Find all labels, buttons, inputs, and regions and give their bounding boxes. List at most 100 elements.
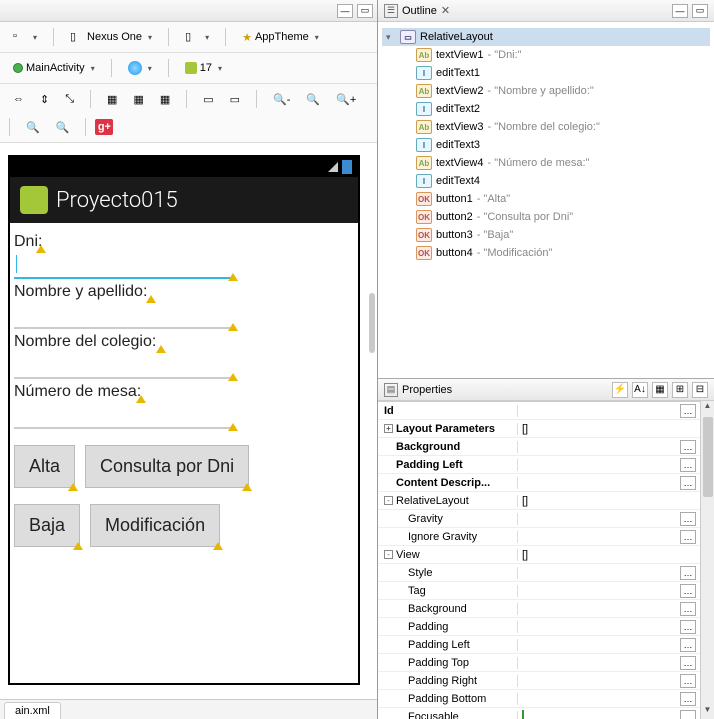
input-mesa[interactable] (14, 403, 234, 429)
prop-value-cell[interactable]: [] (518, 495, 700, 507)
surface-scrollbar[interactable] (369, 293, 375, 353)
design-surface[interactable]: Proyecto015 Dni: Nombre y apellido: Nomb… (0, 143, 377, 699)
prop-row[interactable]: Ignore Gravity… (378, 528, 700, 546)
properties-grid[interactable]: Id…+Layout Parameters[]Background…Paddin… (378, 401, 700, 719)
grid-3-button[interactable]: ▦ (153, 88, 177, 110)
prop-row[interactable]: Tag… (378, 582, 700, 600)
prop-value-cell[interactable]: … (518, 404, 700, 418)
ellipsis-button[interactable]: … (680, 440, 696, 454)
ellipsis-button[interactable]: … (680, 458, 696, 472)
button-alta[interactable]: Alta (14, 445, 75, 488)
label-colegio[interactable]: Nombre del colegio: (14, 333, 164, 351)
prop-value-cell[interactable]: … (518, 530, 700, 544)
prop-value-cell[interactable]: … (518, 602, 700, 616)
prop-value-cell[interactable]: … (518, 710, 700, 719)
device-dropdown[interactable]: ▯ Nexus One (63, 26, 159, 48)
label-dni[interactable]: Dni: (14, 233, 44, 251)
prop-value-cell[interactable]: [] (518, 423, 700, 435)
outline-min-button[interactable]: — (672, 4, 688, 18)
prop-filter-button[interactable]: ⚡ (612, 382, 628, 398)
scroll-down-icon[interactable]: ▼ (701, 705, 714, 719)
tree-item-textView4[interactable]: AbtextView4 - "Número de mesa:" (382, 154, 710, 172)
prop-expand-button[interactable]: ⊞ (672, 382, 688, 398)
ellipsis-button[interactable]: … (680, 512, 696, 526)
expand-all-button[interactable]: ⤡ (58, 88, 81, 110)
label-nombre[interactable]: Nombre y apellido: (14, 283, 154, 301)
minimize-button[interactable]: — (337, 4, 353, 18)
expand-toggle[interactable]: - (384, 496, 393, 505)
zoom-actual-button[interactable]: 🔍 (49, 116, 77, 138)
tab-ainxml[interactable]: ain.xml (4, 702, 61, 719)
scroll-up-icon[interactable]: ▲ (701, 401, 714, 415)
prop-row[interactable]: Id… (378, 402, 700, 420)
button-baja[interactable]: Baja (14, 504, 80, 547)
expand-v-button[interactable]: ⇕ (33, 88, 56, 110)
tree-root[interactable]: ▾▭RelativeLayout (382, 28, 710, 46)
expand-toggle[interactable]: - (384, 550, 393, 559)
properties-scrollbar[interactable]: ▲ ▼ (700, 401, 714, 719)
prop-row[interactable]: Padding Left… (378, 456, 700, 474)
gplus-badge[interactable]: g+ (95, 119, 113, 135)
ellipsis-button[interactable]: … (680, 530, 696, 544)
prop-value-cell[interactable]: … (518, 512, 700, 526)
prop-row[interactable]: Gravity… (378, 510, 700, 528)
ellipsis-button[interactable]: … (680, 602, 696, 616)
zoom-in-button[interactable]: 🔍+ (329, 88, 363, 110)
expand-toggle[interactable]: + (384, 424, 393, 433)
expand-h-button[interactable]: ⇔ (6, 88, 31, 110)
prop-value-cell[interactable]: … (518, 584, 700, 598)
palette-dropdown[interactable]: ▫ (6, 26, 44, 48)
prop-value-cell[interactable]: … (518, 458, 700, 472)
ellipsis-button[interactable]: … (680, 620, 696, 634)
api-dropdown[interactable]: 17 (178, 57, 229, 79)
tree-item-editText1[interactable]: IeditText1 (382, 64, 710, 82)
prop-show-advanced-button[interactable]: ▦ (652, 382, 668, 398)
theme-dropdown[interactable]: ★ AppTheme (235, 26, 326, 48)
prop-sort-button[interactable]: A↓ (632, 382, 648, 398)
prop-value-cell[interactable]: … (518, 440, 700, 454)
maximize-button[interactable]: ▭ (357, 4, 373, 18)
prop-row[interactable]: Background… (378, 600, 700, 618)
prop-row[interactable]: Padding Top… (378, 654, 700, 672)
ellipsis-button[interactable]: … (680, 656, 696, 670)
scroll-thumb[interactable] (703, 417, 713, 497)
ellipsis-button[interactable]: … (680, 638, 696, 652)
input-nombre[interactable] (14, 303, 234, 329)
ellipsis-button[interactable]: … (680, 584, 696, 598)
prop-value-cell[interactable]: … (518, 566, 700, 580)
prop-value-cell[interactable]: … (518, 638, 700, 652)
button-modificacion[interactable]: Modificación (90, 504, 220, 547)
prop-row[interactable]: Padding… (378, 618, 700, 636)
tree-item-textView1[interactable]: AbtextView1 - "Dni:" (382, 46, 710, 64)
prop-value-cell[interactable]: … (518, 674, 700, 688)
label-mesa[interactable]: Número de mesa: (14, 383, 144, 401)
outline-tree[interactable]: ▾▭RelativeLayoutAbtextView1 - "Dni:"Iedi… (378, 22, 714, 268)
prop-row[interactable]: Padding Bottom… (378, 690, 700, 708)
input-colegio[interactable] (14, 353, 234, 379)
prop-row[interactable]: Focusable… (378, 708, 700, 719)
prop-row[interactable]: +Layout Parameters[] (378, 420, 700, 438)
prop-value-cell[interactable]: … (518, 476, 700, 490)
tree-item-textView3[interactable]: AbtextView3 - "Nombre del colegio:" (382, 118, 710, 136)
prop-collapse-button[interactable]: ⊟ (692, 382, 708, 398)
prop-value-cell[interactable]: … (518, 656, 700, 670)
button-consulta[interactable]: Consulta por Dni (85, 445, 249, 488)
prop-row[interactable]: Padding Left… (378, 636, 700, 654)
ellipsis-button[interactable]: … (680, 674, 696, 688)
ellipsis-button[interactable]: … (680, 710, 696, 719)
tree-item-button4[interactable]: OKbutton4 - "Modificación" (382, 244, 710, 262)
grid-2-button[interactable]: ▦ (126, 88, 150, 110)
twist-icon[interactable]: ▾ (386, 32, 396, 43)
zoom-100-button[interactable]: 🔍 (299, 88, 327, 110)
prop-value-cell[interactable]: … (518, 620, 700, 634)
ellipsis-button[interactable]: … (680, 476, 696, 490)
ellipsis-button[interactable]: … (680, 404, 696, 418)
orientation-dropdown[interactable]: ▯ (178, 26, 216, 48)
tree-item-button2[interactable]: OKbutton2 - "Consulta por Dni" (382, 208, 710, 226)
tree-item-editText2[interactable]: IeditText2 (382, 100, 710, 118)
tree-item-editText3[interactable]: IeditText3 (382, 136, 710, 154)
ellipsis-button[interactable]: … (680, 692, 696, 706)
tree-item-button3[interactable]: OKbutton3 - "Baja" (382, 226, 710, 244)
prop-row[interactable]: Background… (378, 438, 700, 456)
input-dni[interactable] (14, 253, 234, 279)
